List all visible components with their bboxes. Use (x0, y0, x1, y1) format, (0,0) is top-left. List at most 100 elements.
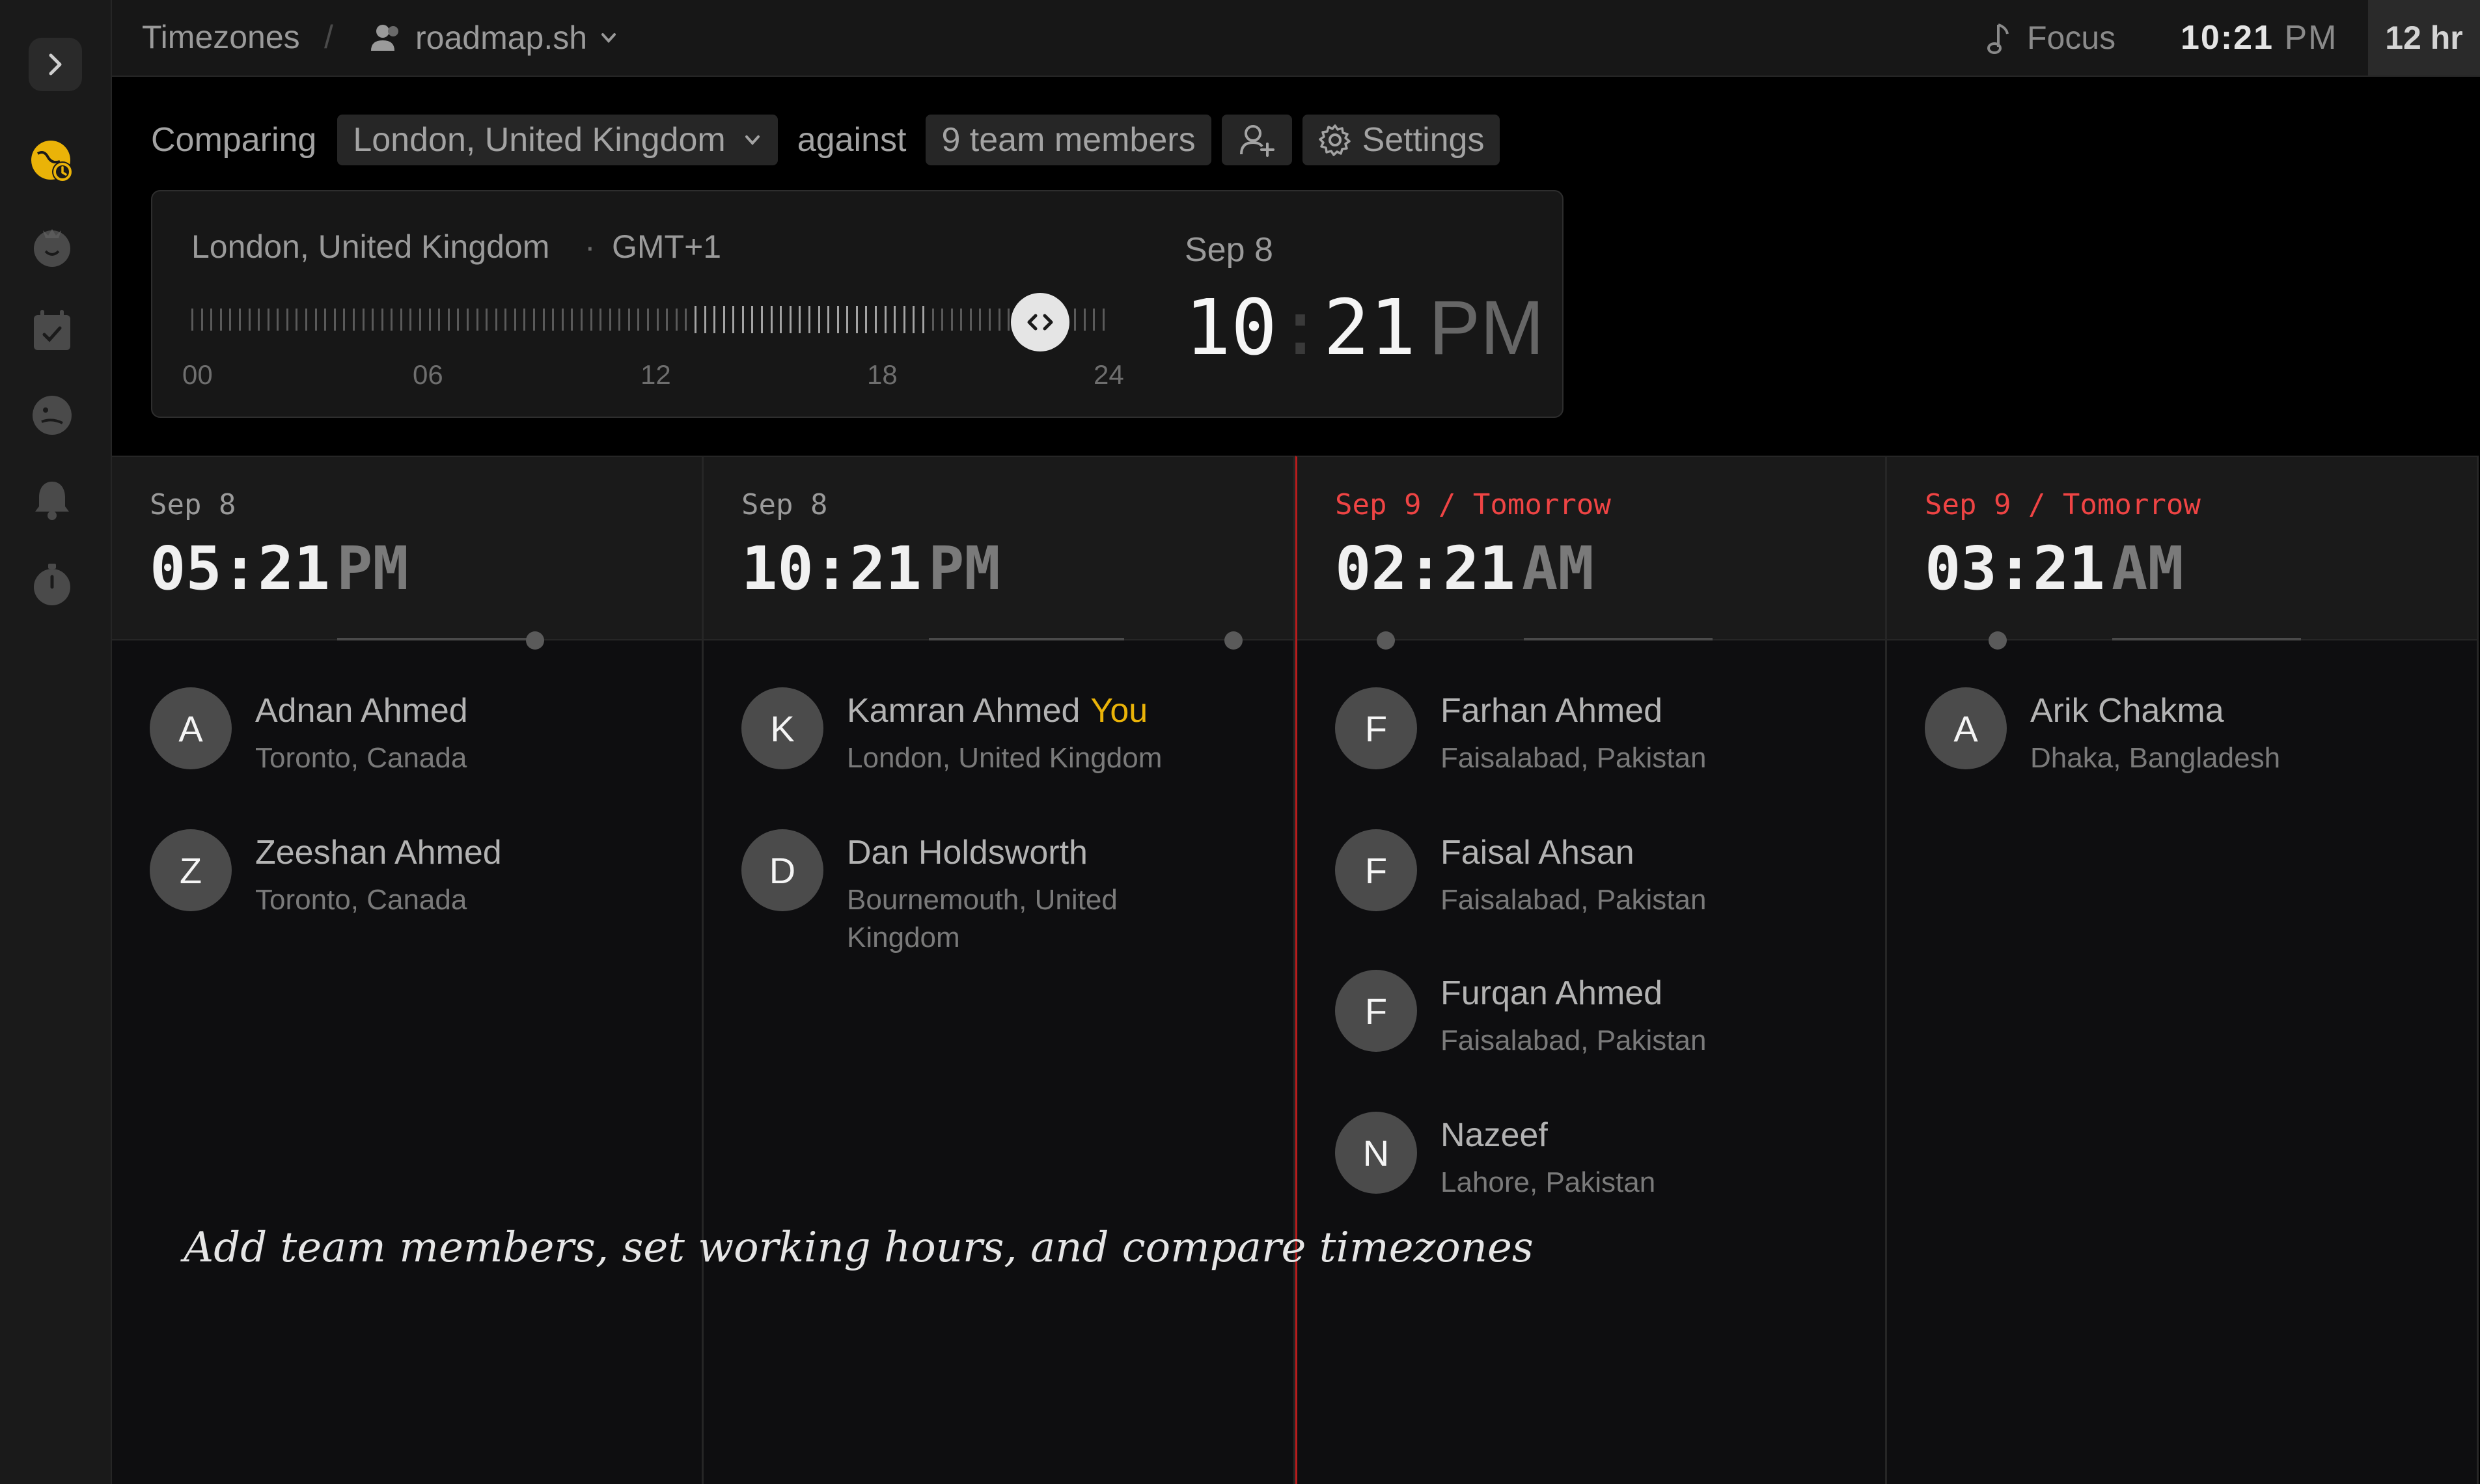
slider-tick (238, 309, 241, 331)
chevron-right-icon (49, 53, 62, 76)
slider-tick (229, 309, 232, 331)
member-row[interactable]: F Farhan Ahmed Faisalabad, Pakistan (1335, 687, 1869, 798)
slider-tick (523, 309, 526, 331)
slider-tick (855, 306, 858, 333)
hour-format-toggle[interactable]: 12 hr (2368, 0, 2480, 76)
slider-tick (428, 309, 431, 331)
current-time-marker (1989, 631, 2007, 650)
team-name: roadmap.sh (415, 20, 588, 56)
add-member-button[interactable] (1221, 115, 1292, 165)
slider-handle[interactable] (1010, 293, 1069, 351)
member-city: Toronto, Canada (255, 742, 467, 774)
reference-offset: GMT+1 (612, 228, 722, 265)
slider-tick (637, 309, 640, 331)
member-row[interactable]: D Dan Holdsworth Bournemouth, United Kin… (741, 829, 1275, 954)
slider-tick (761, 306, 763, 333)
slider-tick (314, 309, 317, 331)
avatar: F (1335, 687, 1417, 769)
stopwatch-icon (34, 564, 70, 605)
slider-tick (504, 309, 507, 331)
reference-colon: : (1277, 282, 1324, 372)
column-time-ampm: AM (2111, 534, 2184, 603)
slider-tick (1083, 309, 1086, 331)
avatar: F (1335, 829, 1417, 911)
slider-tick (248, 309, 251, 331)
slider-tick (694, 306, 696, 333)
working-hours-bar (2112, 638, 2301, 640)
location-select[interactable]: London, United Kingdom (337, 115, 778, 165)
hour-label-12: 12 (641, 359, 671, 390)
member-row[interactable]: A Adnan Ahmed Toronto, Canada (150, 687, 683, 798)
team-members-button[interactable]: 9 team members (926, 115, 1211, 165)
reference-ampm: PM (1429, 285, 1545, 371)
slider-tick (913, 306, 915, 333)
slider-tick (258, 309, 260, 331)
timezones-nav-item[interactable] (29, 138, 76, 185)
slider-tick (286, 309, 288, 331)
member-row[interactable]: Z Zeeshan Ahmed Toronto, Canada (150, 829, 683, 940)
notifications-nav-item[interactable] (29, 476, 76, 523)
member-row[interactable]: K Kamran Ahmed You London, United Kingdom (741, 687, 1275, 798)
column-time-ampm: AM (1521, 534, 1594, 603)
side-rail (0, 0, 112, 1484)
promo-tagline: Add team members, set working hours, and… (184, 1224, 1534, 1272)
current-time-hm: 10:21 (2181, 19, 2274, 57)
slider-tick (580, 309, 583, 331)
avatar: A (1925, 687, 2007, 769)
current-time-marker (526, 631, 544, 650)
tomato-timer-icon (34, 229, 70, 267)
member-name-line: Arik Chakma (2030, 691, 2224, 730)
slider-tick (656, 309, 659, 331)
current-time-ampm: PM (2284, 19, 2338, 57)
calendar-nav-item[interactable] (29, 307, 76, 354)
avatar: N (1335, 1112, 1417, 1194)
slider-tick (200, 309, 203, 331)
member-row[interactable]: N Nazeef Lahore, Pakistan (1335, 1112, 1869, 1222)
member-city: Lahore, Pakistan (1440, 1166, 1656, 1198)
timezone-column-header: Sep 8 10:21 PM (704, 457, 1293, 650)
member-name: Arik Chakma (2030, 692, 2224, 730)
pomodoro-nav-item[interactable] (29, 223, 76, 269)
reference-hour: 10 (1185, 282, 1278, 372)
face-icon (33, 396, 72, 435)
timezone-column-header: Sep 9 / Tomorrow 02:21 AM (1297, 457, 1885, 650)
member-row[interactable]: F Faisal Ahsan Faisalabad, Pakistan (1335, 829, 1869, 940)
column-time-hm: 03:21 (1925, 534, 2105, 603)
working-hours-bar (1524, 638, 1713, 640)
slider-tick (476, 309, 478, 331)
current-time-marker (1377, 631, 1395, 650)
slider-tick (685, 309, 687, 331)
slider-tick (704, 306, 706, 333)
breadcrumb-timezones[interactable]: Timezones (142, 18, 300, 56)
timezone-column: Sep 9 / Tomorrow 03:21 AM A Arik Chakma D… (1887, 456, 2479, 1484)
expand-sidebar-button[interactable] (29, 38, 82, 91)
team-switcher[interactable]: roadmap.sh (370, 14, 618, 61)
slider-tick (352, 309, 355, 331)
member-name: Farhan Ahmed (1440, 692, 1663, 730)
timer-nav-item[interactable] (29, 561, 76, 608)
column-date: Sep 9 / Tomorrow (1335, 488, 1611, 521)
column-time-hm: 02:21 (1335, 534, 1515, 603)
member-row[interactable]: A Arik Chakma Dhaka, Bangladesh (1925, 687, 2459, 798)
slider-tick (210, 309, 213, 331)
settings-button[interactable]: Settings (1302, 115, 1500, 165)
time-slider[interactable] (191, 289, 1122, 351)
slider-tick (922, 306, 924, 333)
slider-tick (391, 309, 393, 331)
timezone-column: Sep 8 05:21 PM A Adnan Ahmed Toronto, Can… (112, 456, 704, 1484)
breadcrumb-separator: / (324, 19, 333, 55)
slider-tick (362, 309, 365, 331)
focus-button[interactable]: Focus (1987, 14, 2115, 61)
slider-tick (561, 309, 564, 331)
slider-tick (599, 309, 602, 331)
member-name-line: Kamran Ahmed You (847, 691, 1148, 730)
member-name-line: Furqan Ahmed (1440, 974, 1662, 1013)
slider-tick (780, 306, 782, 333)
member-row[interactable]: F Furqan Ahmed Faisalabad, Pakistan (1335, 970, 1869, 1080)
current-time-marker (1224, 631, 1243, 650)
comparing-label: Comparing (151, 121, 317, 159)
slider-tick (486, 309, 488, 331)
reference-minute: 21 (1323, 282, 1416, 372)
slider-tick (277, 309, 279, 331)
mood-nav-item[interactable] (29, 392, 76, 439)
